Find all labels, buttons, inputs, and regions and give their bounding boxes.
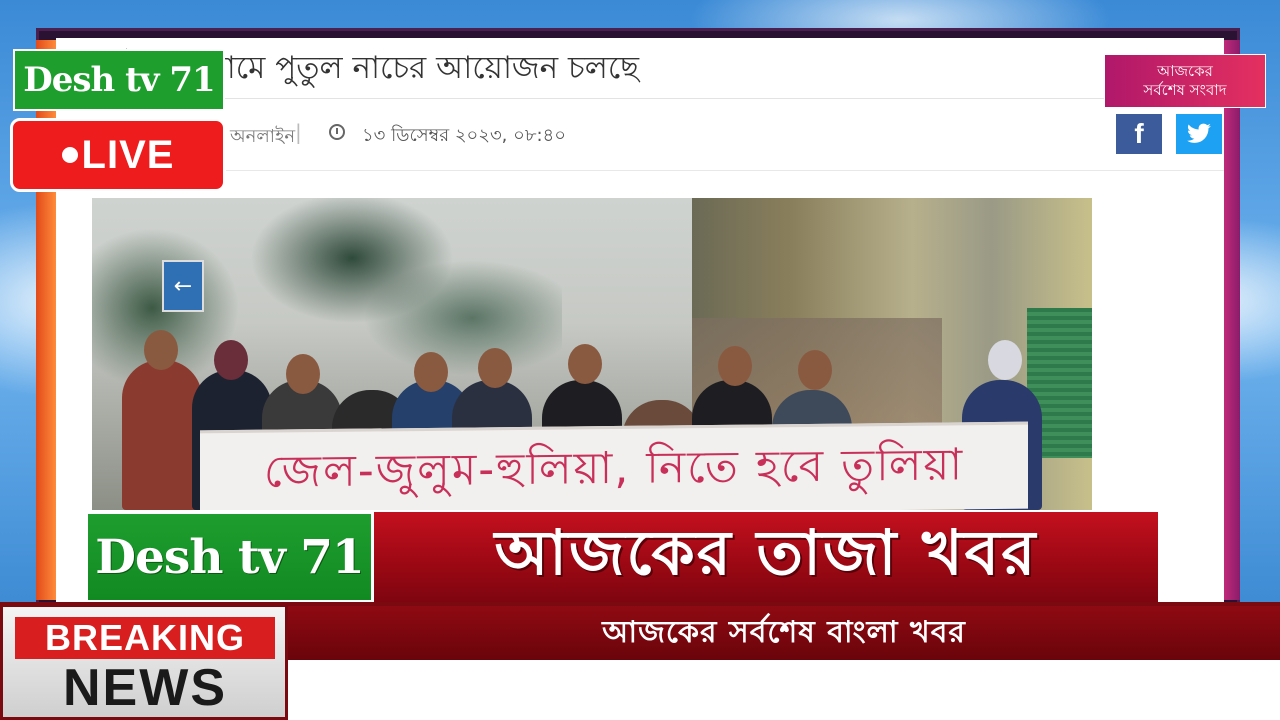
meta-separator: | <box>295 120 302 144</box>
protester-head <box>798 350 832 390</box>
ticker-lower-band <box>288 660 1280 720</box>
twitter-icon <box>1187 123 1211 143</box>
protest-banner: জেল-জুলুম-হুলিয়া, নিতে হবে তুলিয়া <box>200 421 1028 510</box>
protester-head <box>414 352 448 392</box>
badge-line-1: আজকের <box>1157 62 1213 80</box>
lower-third-title-text: আজকের তাজা খবর <box>494 515 1038 589</box>
breaking-news-box: BREAKING NEWS <box>0 604 288 720</box>
banner-text: জেল-জুলুম-হুলিয়া, নিতে হবে তুলিয়া <box>263 438 965 498</box>
badge-line-2: সর্বশেষ সংবাদ <box>1143 81 1227 99</box>
protester <box>122 360 202 510</box>
lower-third-title: আজকের তাজা খবর <box>374 512 1158 602</box>
lower-third-logo-text: Desh tv 71 <box>95 529 364 585</box>
divider <box>60 98 1224 99</box>
live-dot-icon <box>61 147 78 163</box>
lower-third-logo: Desh tv 71 <box>86 512 373 602</box>
protester-head <box>718 346 752 386</box>
live-badge: LIVE <box>10 118 226 192</box>
protester-head <box>568 344 602 384</box>
protester-head <box>478 348 512 388</box>
news-label: NEWS <box>63 659 227 717</box>
facebook-share-button[interactable]: f <box>1116 114 1162 154</box>
channel-logo-text: Desh tv 71 <box>23 60 215 100</box>
divider <box>60 170 1224 171</box>
article-author: অনলাইন <box>230 126 296 147</box>
road-sign: ← <box>162 260 204 312</box>
protester-head <box>214 340 248 380</box>
protester-head <box>144 330 178 370</box>
channel-logo: Desh tv 71 <box>13 49 225 111</box>
clock-icon <box>329 124 345 140</box>
ticker-text: আজকের সর্বশেষ বাংলা খবর <box>602 614 966 650</box>
article-photo: ← জেল-জুলুম-হুলিয়া, নিতে হবে তুলিয়া <box>92 198 1092 510</box>
article-date: ১৩ ডিসেম্বর ২০২৩, ০৮:৪০ <box>362 125 566 146</box>
news-ticker: আজকের সর্বশেষ বাংলা খবর <box>288 606 1280 660</box>
twitter-share-button[interactable] <box>1176 114 1222 154</box>
frame-glow-right <box>1224 40 1240 600</box>
live-text: LIVE <box>81 132 175 177</box>
breaking-label: BREAKING <box>15 617 275 659</box>
latest-news-badge: আজকের সর্বশেষ সংবাদ <box>1104 54 1266 108</box>
protester-head <box>286 354 320 394</box>
protester-head <box>988 340 1022 380</box>
